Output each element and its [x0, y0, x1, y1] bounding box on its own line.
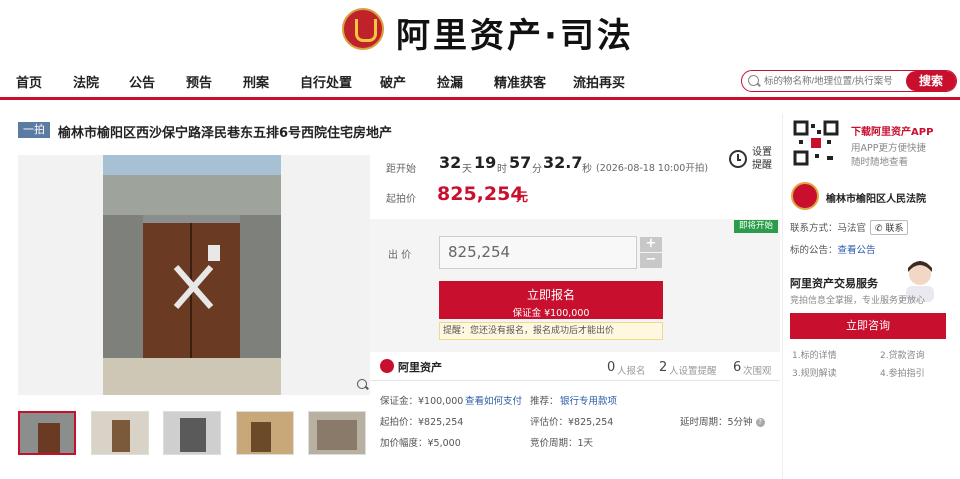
main-property-photo[interactable] — [18, 155, 370, 395]
signup-label: 人报名 — [617, 366, 646, 377]
increment-info: 加价幅度：¥5,000 — [380, 438, 461, 449]
view-label: 次围观 — [743, 366, 772, 377]
view-count: 6 — [733, 360, 742, 375]
phone-icon: ✆ — [875, 224, 883, 234]
decrease-bid-button[interactable]: − — [640, 253, 662, 268]
how-to-pay-link[interactable]: 查看如何支付 — [465, 393, 522, 407]
signup-count: 0 — [607, 360, 616, 375]
download-app-title[interactable]: 下载阿里资产APP — [851, 123, 933, 138]
countdown-days-unit: 天 — [462, 164, 472, 175]
nav-item-preview[interactable]: 预告 — [186, 72, 212, 91]
service-link-detail[interactable]: 1.标的详情 — [792, 348, 837, 361]
nav-item-notice[interactable]: 公告 — [129, 72, 155, 91]
nav-item-resale[interactable]: 流拍再买 — [573, 72, 625, 91]
thumbnail-1[interactable] — [18, 411, 76, 455]
court-emblem-icon — [791, 182, 819, 210]
register-button[interactable]: 立即报名 保证金 ¥100,000 — [439, 281, 663, 319]
start-time-note: (2026-08-18 10:00开拍) — [596, 163, 709, 174]
start-price-unit: 元 — [516, 190, 529, 204]
set-reminder-button[interactable]: 设置提醒 — [752, 146, 776, 172]
search-input[interactable] — [764, 74, 904, 89]
door-photo — [18, 155, 370, 395]
consult-button[interactable]: 立即咨询 — [790, 313, 946, 339]
listing-title: 榆林市榆阳区西沙保宁路泽民巷东五排6号西院住宅房地产 — [58, 126, 393, 141]
increase-bid-button[interactable]: + — [640, 237, 662, 252]
app-line-1: 用APP更方便快捷 — [851, 143, 926, 154]
ali-asset-brand: 阿里资产 — [398, 361, 442, 374]
ali-asset-logo-icon — [380, 359, 394, 373]
qr-code-icon — [793, 120, 839, 166]
service-link-loan[interactable]: 2.贷款咨询 — [880, 348, 925, 361]
service-subtitle: 竞拍信息全掌握，专业服务更放心 — [790, 296, 926, 306]
delay-period-text: 延时周期：5分钟 — [680, 417, 753, 428]
notice-line: 标的公告：查看公告 — [790, 242, 876, 256]
bank-special-link[interactable]: 银行专用款项 — [560, 393, 617, 407]
nav-item-bankruptcy[interactable]: 破产 — [380, 72, 406, 91]
service-link-guide[interactable]: 4.参拍指引 — [880, 366, 925, 379]
nav-item-court[interactable]: 法院 — [73, 72, 99, 91]
register-tip: 提醒：您还没有报名，报名成功后才能出价 — [439, 322, 663, 340]
recommend-label: 推荐： — [530, 396, 559, 407]
contact-line: 联系方式：马法官 ✆ 联系 — [790, 220, 909, 235]
nav-item-self-disposal[interactable]: 自行处置 — [300, 72, 352, 91]
countdown-days: 32 — [439, 153, 462, 172]
countdown-hours-unit: 时 — [497, 164, 507, 175]
bidding-period: 竞价周期：1天 — [530, 438, 594, 449]
service-title: 阿里资产交易服务 — [790, 277, 878, 290]
status-badge: 即将开始 — [734, 220, 778, 233]
contact-button[interactable]: ✆ 联系 — [870, 220, 909, 235]
start-price-value: 825,254 — [437, 183, 524, 205]
court-emblem-logo — [342, 8, 384, 50]
delay-period: 延时周期：5分钟 ? — [680, 414, 765, 428]
thumbnail-4[interactable] — [236, 411, 294, 455]
appraisal-price: 评估价：¥825,254 — [530, 417, 614, 428]
register-button-label: 立即报名 — [526, 288, 575, 302]
start-price-label: 起拍价 — [386, 194, 416, 205]
help-icon[interactable]: ? — [755, 418, 765, 427]
service-link-rules[interactable]: 3.规则解读 — [792, 366, 837, 379]
divider — [370, 380, 780, 381]
contact-label: 联系方式： — [790, 223, 838, 234]
search-box: 搜索 — [741, 70, 957, 92]
zoom-icon[interactable] — [357, 379, 367, 389]
view-notice-link[interactable]: 查看公告 — [838, 245, 876, 256]
deposit-info: 保证金：¥100,000 — [380, 396, 464, 407]
countdown-minutes-unit: 分 — [532, 164, 542, 175]
start-price-detail: 起拍价：¥825,254 — [380, 417, 464, 428]
search-icon — [748, 75, 759, 86]
bid-label: 出 价 — [388, 250, 412, 261]
search-button[interactable]: 搜索 — [906, 71, 956, 91]
nav-item-bargain[interactable]: 捡漏 — [437, 72, 463, 91]
court-name[interactable]: 榆林市榆阳区人民法院 — [826, 190, 926, 205]
register-deposit-label: 保证金 ¥100,000 — [512, 308, 590, 319]
countdown-minutes: 57 — [509, 153, 532, 172]
reminder-count: 2 — [659, 360, 668, 375]
bid-amount-input[interactable]: 825,254 — [439, 236, 637, 269]
countdown-hours: 19 — [474, 153, 497, 172]
thumbnail-5[interactable] — [308, 411, 366, 455]
countdown-label: 距开始 — [386, 164, 416, 175]
thumbnail-3[interactable] — [163, 411, 221, 455]
header: 阿里资产·司法 — [0, 0, 960, 62]
countdown-seconds: 32.7 — [543, 153, 583, 172]
brand-title: 阿里资产·司法 — [396, 16, 634, 56]
reminder-label: 人设置提醒 — [669, 366, 717, 377]
listing-title-bar: 一拍 榆林市榆阳区西沙保宁路泽民巷东五排6号西院住宅房地产 — [18, 120, 778, 141]
thumbnail-2[interactable] — [91, 411, 149, 455]
app-line-2: 随时随地查看 — [851, 157, 909, 168]
auction-round-badge: 一拍 — [18, 122, 50, 138]
nav-item-home[interactable]: 首页 — [16, 72, 42, 91]
notice-label: 标的公告： — [790, 245, 838, 256]
contact-person: 马法官 — [837, 223, 867, 234]
alarm-clock-icon[interactable] — [729, 150, 747, 168]
contact-button-label: 联系 — [885, 224, 904, 234]
countdown-seconds-unit: 秒 — [582, 164, 592, 175]
nav-item-criminal[interactable]: 刑案 — [243, 72, 269, 91]
nav-item-precise[interactable]: 精准获客 — [494, 72, 546, 91]
